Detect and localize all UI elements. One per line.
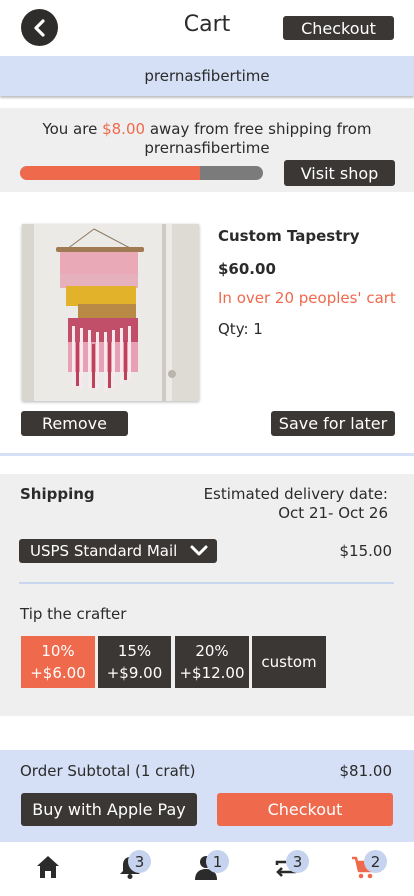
tab-cart[interactable]: 2 [334,846,394,886]
free-shipping-suffix: away from free shipping from [145,120,372,138]
tip-option-10[interactable]: 10% +$6.00 [21,636,95,688]
tip-amount: +$12.00 [179,664,245,682]
subtotal-value: $81.00 [339,762,393,780]
item-name[interactable]: Custom Tapestry [218,227,360,245]
free-shipping-amount: $8.00 [102,120,146,138]
shop-name-bar: prernasfibertime [0,56,414,96]
item-price: $60.00 [218,260,276,278]
save-for-later-button[interactable]: Save for later [271,411,395,436]
shipping-method-select[interactable]: USPS Standard Mail [19,539,217,563]
tip-percent: 10% [41,642,75,660]
shipping-cost: $15.00 [339,542,393,560]
remove-button[interactable]: Remove [21,411,128,436]
visit-shop-button[interactable]: Visit shop [284,160,395,186]
progress-fill [20,166,200,180]
item-popularity: In over 20 peoples' cart [218,289,396,307]
free-shipping-progress [20,166,263,180]
item-quantity[interactable]: Qty: 1 [218,320,263,338]
delivery-label: Estimated delivery date: [203,485,388,503]
tip-custom-label: custom [261,653,317,671]
checkout-top-button[interactable]: Checkout [283,16,394,40]
shipping-label: Shipping [20,485,95,503]
notification-badge: 3 [128,850,151,873]
tab-notifications[interactable]: 3 [100,846,160,886]
free-shipping-shop: prernasfibertime [144,139,270,157]
tab-home[interactable] [18,846,78,886]
home-icon [37,856,59,878]
delivery-estimate: Estimated delivery date: Oct 21- Oct 26 [190,485,388,523]
swap-badge: 3 [286,850,309,873]
tapestry-picture [22,224,199,401]
delivery-dates: Oct 21- Oct 26 [278,504,388,522]
tip-amount: +$9.00 [106,664,163,682]
chevron-down-icon [190,545,208,556]
product-image[interactable] [22,224,199,401]
free-shipping-text: You are $8.00 away from free shipping fr… [0,120,414,158]
checkout-button[interactable]: Checkout [217,793,393,826]
profile-badge: 1 [206,850,229,873]
cart-badge: 2 [364,850,387,873]
shipping-method-label: USPS Standard Mail [30,542,178,560]
free-shipping-prefix: You are [42,120,103,138]
tip-label: Tip the crafter [20,605,127,623]
tip-option-20[interactable]: 20% +$12.00 [175,636,249,688]
tab-swap[interactable]: 3 [256,846,316,886]
subtotal-label: Order Subtotal (1 craft) [20,762,196,780]
tip-percent: 20% [195,642,229,660]
tip-option-custom[interactable]: custom [252,636,326,688]
apple-pay-button[interactable]: Buy with Apple Pay [21,793,197,826]
tip-option-15[interactable]: 15% +$9.00 [98,636,171,688]
tab-profile[interactable]: 1 [176,846,236,886]
divider [19,582,394,584]
tip-amount: +$6.00 [30,664,86,682]
tip-percent: 15% [117,642,152,660]
